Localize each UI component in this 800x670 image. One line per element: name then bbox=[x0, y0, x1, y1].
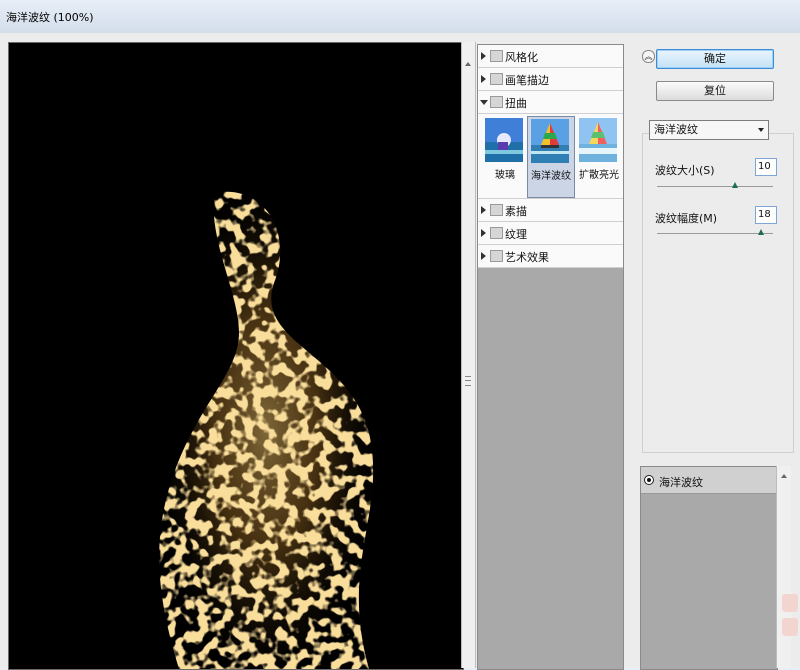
category-label: 画笔描边 bbox=[505, 74, 549, 87]
chevron-down-icon[interactable] bbox=[758, 128, 764, 132]
ripple-size-label: 波纹大小(S) bbox=[655, 164, 715, 177]
reset-button[interactable]: 复位 bbox=[656, 81, 774, 101]
expand-arrow-icon[interactable] bbox=[481, 206, 486, 214]
filter-select[interactable]: 海洋波纹 bbox=[649, 120, 769, 140]
filter-select-value: 海洋波纹 bbox=[654, 123, 698, 136]
window-title: 海洋波纹 (100%) bbox=[6, 11, 94, 24]
ocean-ripple-thumbnail-image bbox=[531, 119, 569, 163]
expand-arrow-icon[interactable] bbox=[481, 75, 486, 83]
side-widget-icon[interactable] bbox=[782, 618, 798, 636]
effect-layer-label: 海洋波纹 bbox=[659, 476, 703, 489]
folder-icon bbox=[490, 73, 503, 85]
preview-canvas[interactable] bbox=[8, 42, 464, 670]
thumb-label: 玻璃 bbox=[495, 170, 515, 181]
ripple-magnitude-slider[interactable] bbox=[657, 233, 773, 234]
eye-icon[interactable] bbox=[644, 475, 654, 485]
ripple-size-slider[interactable] bbox=[657, 186, 773, 187]
ok-button[interactable]: 确定 bbox=[656, 49, 774, 69]
scroll-up-icon[interactable] bbox=[781, 474, 787, 478]
category-label: 素描 bbox=[505, 205, 527, 218]
thumb-diffuse-glow[interactable]: 扩散亮光 bbox=[576, 116, 622, 196]
settings-panel: ︽ 确定 复位 海洋波纹 波纹大小(S) 10 波纹幅度(M) 18 海洋波纹 bbox=[638, 42, 796, 670]
ripple-magnitude-field[interactable]: 18 bbox=[755, 206, 777, 224]
folder-icon bbox=[490, 96, 503, 108]
side-widget-icon[interactable] bbox=[782, 594, 798, 612]
category-sketch[interactable]: 素描 bbox=[478, 199, 623, 222]
expand-arrow-icon[interactable] bbox=[481, 52, 486, 60]
collapse-arrow-icon[interactable] bbox=[480, 100, 488, 105]
category-label: 风格化 bbox=[505, 51, 538, 64]
title-bar: 海洋波纹 (100%) bbox=[0, 0, 800, 34]
collapse-icon[interactable]: ︽ bbox=[642, 50, 655, 63]
folder-icon bbox=[490, 204, 503, 216]
category-stylize[interactable]: 风格化 bbox=[478, 45, 623, 68]
preview-image bbox=[159, 191, 374, 669]
preview-splitter[interactable] bbox=[461, 42, 476, 668]
filter-gallery: 风格化 画笔描边 扭曲 玻璃 海洋波纹 扩散亮光 素描 纹理 艺术效果 bbox=[477, 44, 624, 670]
category-label: 纹理 bbox=[505, 228, 527, 241]
thumb-glass[interactable]: 玻璃 bbox=[482, 116, 528, 196]
category-distort[interactable]: 扭曲 bbox=[478, 91, 623, 114]
folder-icon bbox=[490, 50, 503, 62]
folder-icon bbox=[490, 227, 503, 239]
scroll-up-icon[interactable] bbox=[465, 62, 471, 66]
category-label: 扭曲 bbox=[505, 97, 527, 110]
thumb-label: 海洋波纹 bbox=[531, 171, 571, 182]
expand-arrow-icon[interactable] bbox=[481, 252, 486, 260]
effect-layer-row[interactable]: 海洋波纹 bbox=[641, 467, 777, 494]
splitter-grip-icon[interactable] bbox=[465, 376, 471, 386]
effect-layers: 海洋波纹 bbox=[640, 466, 778, 670]
diffuse-glow-thumbnail-image bbox=[579, 118, 617, 162]
category-artistic[interactable]: 艺术效果 bbox=[478, 245, 623, 268]
folder-icon bbox=[490, 250, 503, 262]
distort-thumbnails: 玻璃 海洋波纹 扩散亮光 bbox=[478, 114, 623, 199]
category-texture[interactable]: 纹理 bbox=[478, 222, 623, 245]
category-label: 艺术效果 bbox=[505, 251, 549, 264]
ripple-size-field[interactable]: 10 bbox=[755, 158, 777, 176]
category-brush-strokes[interactable]: 画笔描边 bbox=[478, 68, 623, 91]
filter-options: 海洋波纹 波纹大小(S) 10 波纹幅度(M) 18 bbox=[642, 120, 794, 453]
ripple-magnitude-label: 波纹幅度(M) bbox=[655, 212, 718, 225]
layers-scrollbar[interactable] bbox=[776, 466, 791, 668]
ripple-size-slider-thumb[interactable] bbox=[731, 182, 738, 188]
glass-thumbnail-image bbox=[485, 118, 523, 162]
thumb-label: 扩散亮光 bbox=[579, 170, 619, 181]
ripple-magnitude-slider-thumb[interactable] bbox=[758, 229, 765, 235]
thumb-ocean-ripple[interactable]: 海洋波纹 bbox=[527, 116, 575, 198]
expand-arrow-icon[interactable] bbox=[481, 229, 486, 237]
